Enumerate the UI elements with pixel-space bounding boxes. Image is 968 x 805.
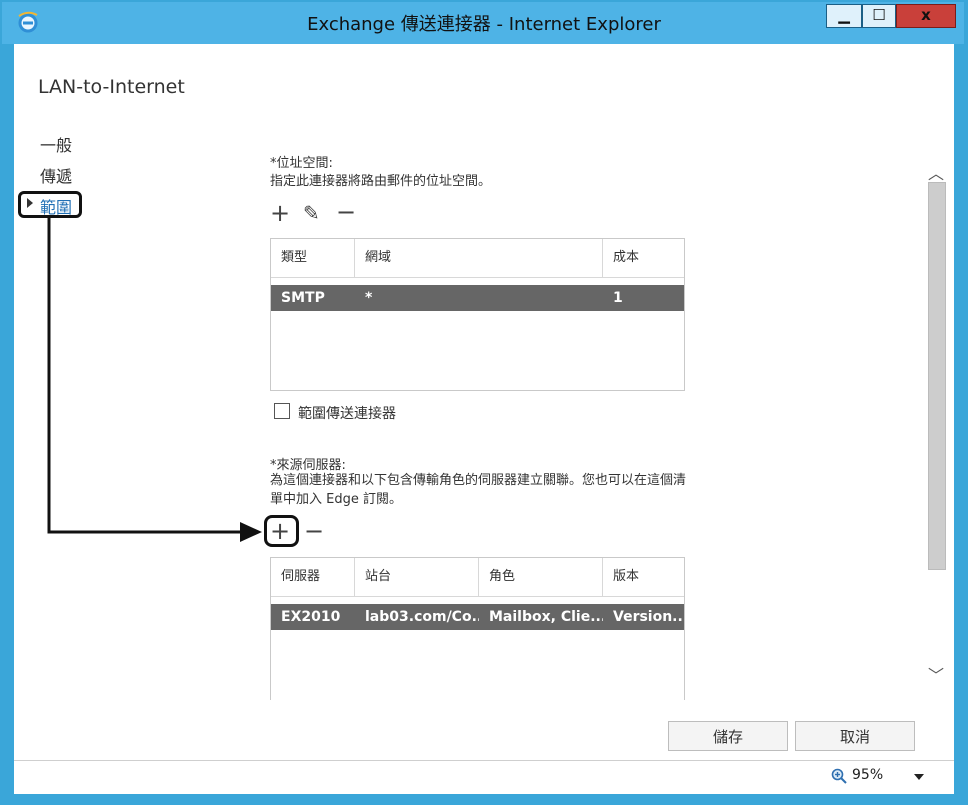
annotation-arrow <box>47 218 262 542</box>
